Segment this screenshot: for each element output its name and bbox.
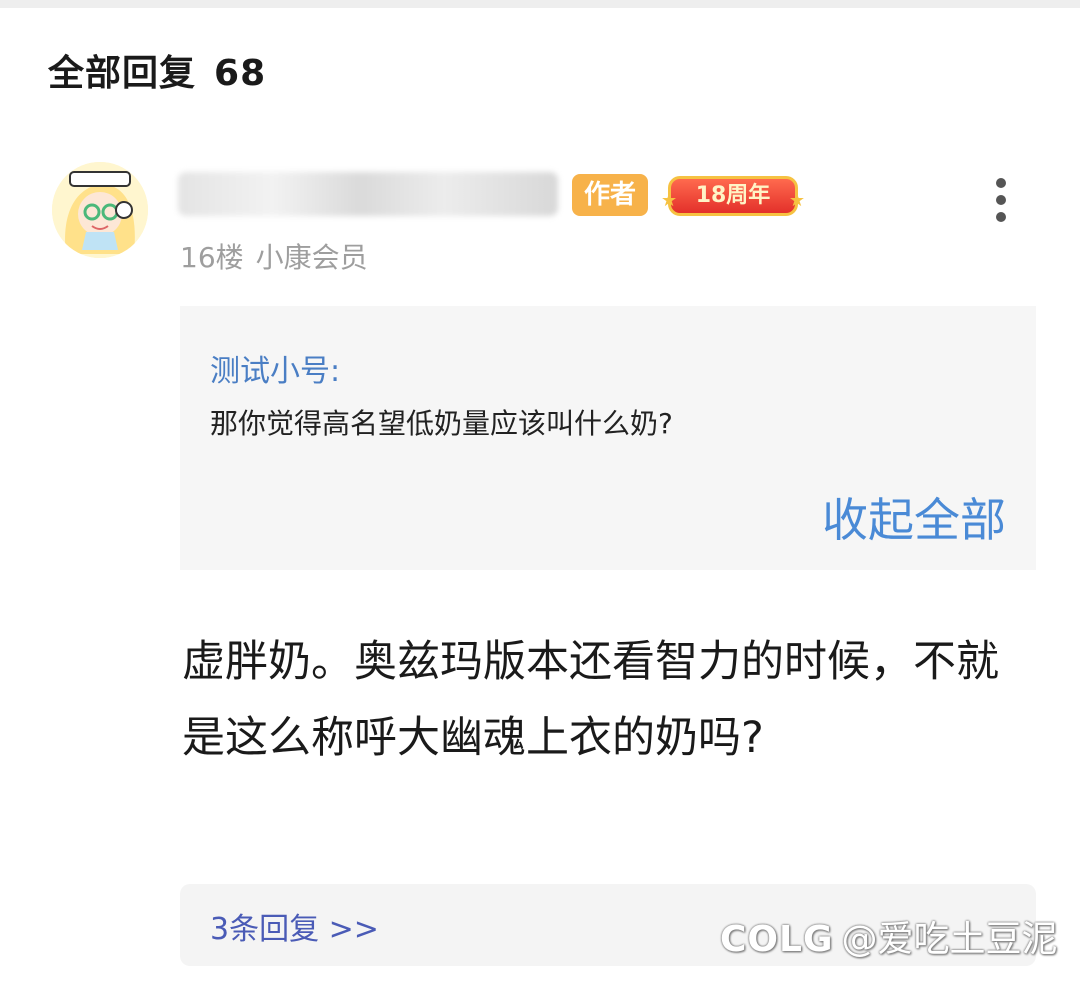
anniversary-badge-label: 18周年 — [695, 183, 771, 208]
quoted-text: 那你觉得高名望低奶量应该叫什么奶? — [210, 407, 673, 440]
post-meta: 16楼 小康会员 — [180, 236, 368, 276]
reply-body: 虚胖奶。奥兹玛版本还看智力的时候，不就是这么称呼大幽魂上衣的奶吗? — [182, 637, 999, 763]
username-blurred[interactable] — [178, 172, 558, 216]
author-badge: 作者 — [572, 174, 649, 216]
avatar[interactable] — [52, 162, 148, 258]
collapse-all-link[interactable]: 收起全部 — [822, 484, 1006, 550]
watermark-logo: COLG — [720, 919, 834, 960]
more-vertical-icon[interactable] — [988, 178, 1014, 222]
star-icon: ★ — [661, 190, 678, 211]
watermark-handle: @爱吃土豆泥 — [841, 919, 1058, 960]
star-icon: ★ — [788, 190, 805, 211]
view-subreplies-link[interactable]: 3条回复 >> — [210, 904, 379, 948]
membership-level: 小康会员 — [255, 241, 368, 274]
avatar-image — [52, 162, 148, 258]
quoted-reply: 测试小号: 那你觉得高名望低奶量应该叫什么奶? 收起全部 — [180, 306, 1036, 570]
replies-header-title: 全部回复 — [48, 53, 197, 94]
floor-number: 16楼 — [180, 241, 244, 274]
replies-count: 68 — [214, 53, 267, 94]
quoted-author[interactable]: 测试小号: — [210, 346, 340, 390]
watermark: COLG @爱吃土豆泥 — [720, 910, 1058, 962]
replies-header: 全部回复 68 — [48, 44, 266, 96]
top-divider — [0, 0, 1080, 8]
anniversary-badge: ★ 18周年 ★ — [661, 176, 805, 216]
